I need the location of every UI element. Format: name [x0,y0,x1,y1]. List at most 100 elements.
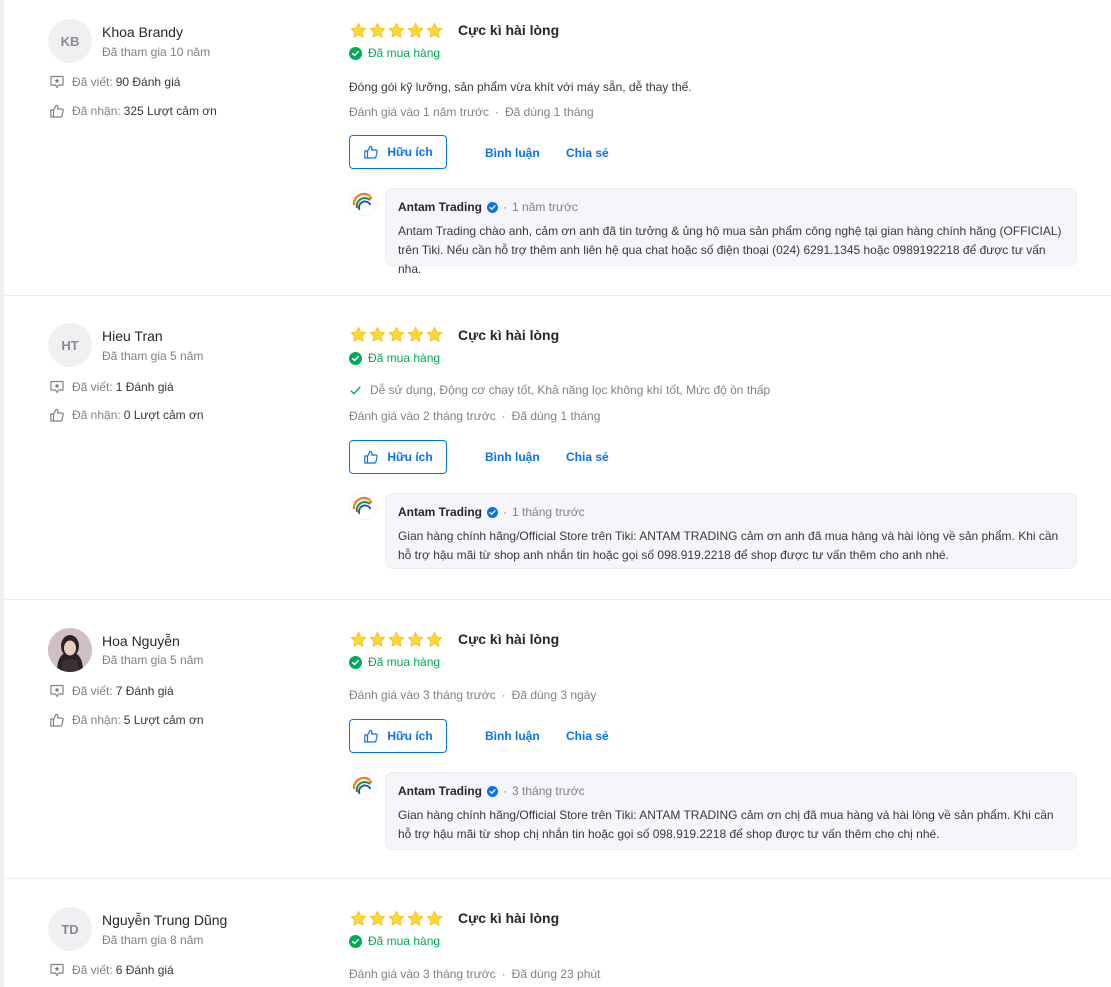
reply-header: Antam Trading · 1 tháng trước [398,505,585,519]
review-card: TD Nguyễn Trung Dũng Đã tham gia 8 năm Đ… [5,879,1111,987]
helpful-label: Hữu ích [387,729,433,743]
reply-time: 3 tháng trước [512,784,585,798]
thanks-received-label: Đã nhận: [72,104,121,118]
star-rating [350,910,443,927]
thanks-received-value: 5 Lượt cảm ơn [123,713,204,727]
check-circle-icon [349,47,362,60]
verified-purchase: Đã mua hàng [349,46,440,60]
comment-button[interactable]: Bình luận [485,146,540,160]
star-icon [369,326,386,343]
comment-button[interactable]: Bình luận [485,729,540,743]
check-circle-icon [349,656,362,669]
reviewed-time: Đánh giá vào 3 tháng trước [349,688,496,702]
thumbs-up-icon [49,407,65,423]
seller-reply: Antam Trading · 1 tháng trước Gian hàng … [385,493,1077,569]
share-button[interactable]: Chia sẻ [566,450,609,464]
reviewer-name: Hoa Nguyễn [102,633,180,649]
verified-badge-icon [487,786,498,797]
reviews-written-value: 6 Đánh giá [115,963,174,977]
profile-photo [48,628,92,672]
verified-badge-icon [487,202,498,213]
star-rating [350,22,443,39]
thumbs-up-icon [363,728,379,744]
reviews-written-label: Đã viết: [72,380,113,394]
reviewer-joined: Đã tham gia 10 năm [102,45,211,59]
reviews-written-value: 1 Đánh giá [115,380,174,394]
reply-separator: · [503,784,508,798]
usage-duration: Đã dùng 3 ngày [511,688,597,702]
share-button[interactable]: Chia sẻ [566,729,609,743]
star-icon [426,631,443,648]
reviews-written-value: 90 Đánh giá [115,75,181,89]
star-icon [369,631,386,648]
reply-text: Antam Trading chào anh, cảm ơn anh đã ti… [398,224,1062,276]
reviews-written-label: Đã viết: [72,684,113,698]
check-icon [349,384,362,397]
rating-title: Cực kì hài lòng [458,631,560,647]
rating-title: Cực kì hài lòng [458,327,560,343]
verified-label: Đã mua hàng [368,46,441,60]
thanks-received-stat: Đã nhận: 5 Lượt cảm ơn [49,712,204,728]
thumbs-up-icon [363,144,379,160]
thanks-received-value: 0 Lượt cảm ơn [123,408,204,422]
share-button[interactable]: Chia sẻ [566,146,609,160]
star-icon [350,910,367,927]
reply-text: Gian hàng chính hãng/Official Store trên… [398,808,1054,841]
reply-time: 1 năm trước [512,200,578,214]
usage-duration: Đã dùng 1 tháng [504,105,594,119]
star-icon [407,910,424,927]
verified-badge-icon [487,507,498,518]
check-circle-icon [349,352,362,365]
star-icon [388,22,405,39]
rating-title: Cực kì hài lòng [458,910,560,926]
reply-text: Gian hàng chính hãng/Official Store trên… [398,529,1059,562]
avatar: KB [48,19,92,63]
helpful-button[interactable]: Hữu ích [349,719,447,753]
star-icon [407,22,424,39]
shop-name: Antam Trading [398,784,483,798]
reply-separator: · [503,505,508,519]
review-meta: Đánh giá vào 3 tháng trước · Đã dùng 3 ngà… [349,688,597,702]
seller-reply: Antam Trading · 1 năm trước Antam Tradin… [385,188,1077,276]
review-meta: Đánh giá vào 2 tháng trước · Đã dùng 1 thá… [349,409,601,423]
reviewer-name: Khoa Brandy [102,24,183,40]
thumbs-up-icon [363,449,379,465]
star-icon [407,631,424,648]
star-rating [350,326,443,343]
reviewed-time: Đánh giá vào 2 tháng trước [349,409,496,423]
reviews-written-stat: Đã viết: 90 Đánh giá [49,74,180,90]
shop-logo [349,772,377,800]
reply-header: Antam Trading · 1 năm trước [398,200,578,214]
avatar [48,628,92,672]
reviewer-joined: Đã tham gia 5 năm [102,349,204,363]
star-icon [426,910,443,927]
check-circle-icon [349,935,362,948]
reviews-written-stat: Đã viết: 7 Đánh giá [49,683,174,699]
helpful-button[interactable]: Hữu ích [349,440,447,474]
reply-header: Antam Trading · 3 tháng trước [398,784,585,798]
star-icon [426,326,443,343]
review-attributes: Dễ sử dụng, Động cơ chạy tốt, Khả năng l… [349,383,770,397]
avatar: HT [48,323,92,367]
thanks-received-stat: Đã nhận: 325 Lượt cảm ơn [49,103,217,119]
reviews-written-label: Đã viết: [72,963,113,977]
attributes-text: Dễ sử dụng, Động cơ chạy tốt, Khả năng l… [370,383,771,397]
review-count-icon [49,74,65,90]
verified-purchase: Đã mua hàng [349,655,440,669]
review-meta: Đánh giá vào 3 tháng trước · Đã dùng 23 ph… [349,967,601,981]
comment-button[interactable]: Bình luận [485,450,540,464]
thumbs-up-icon [49,712,65,728]
star-rating [350,631,443,648]
shop-logo [349,492,377,520]
verified-purchase: Đã mua hàng [349,351,440,365]
verified-label: Đã mua hàng [368,655,441,669]
verified-label: Đã mua hàng [368,351,441,365]
helpful-button[interactable]: Hữu ích [349,135,447,169]
thanks-received-label: Đã nhận: [72,713,121,727]
reviewer-name: Nguyễn Trung Dũng [102,912,228,928]
usage-duration: Đã dùng 23 phút [511,967,601,981]
helpful-label: Hữu ích [387,450,433,464]
seller-reply: Antam Trading · 3 tháng trước Gian hàng … [385,772,1077,850]
star-icon [388,326,405,343]
reviewed-time: Đánh giá vào 1 năm trước [349,105,489,119]
